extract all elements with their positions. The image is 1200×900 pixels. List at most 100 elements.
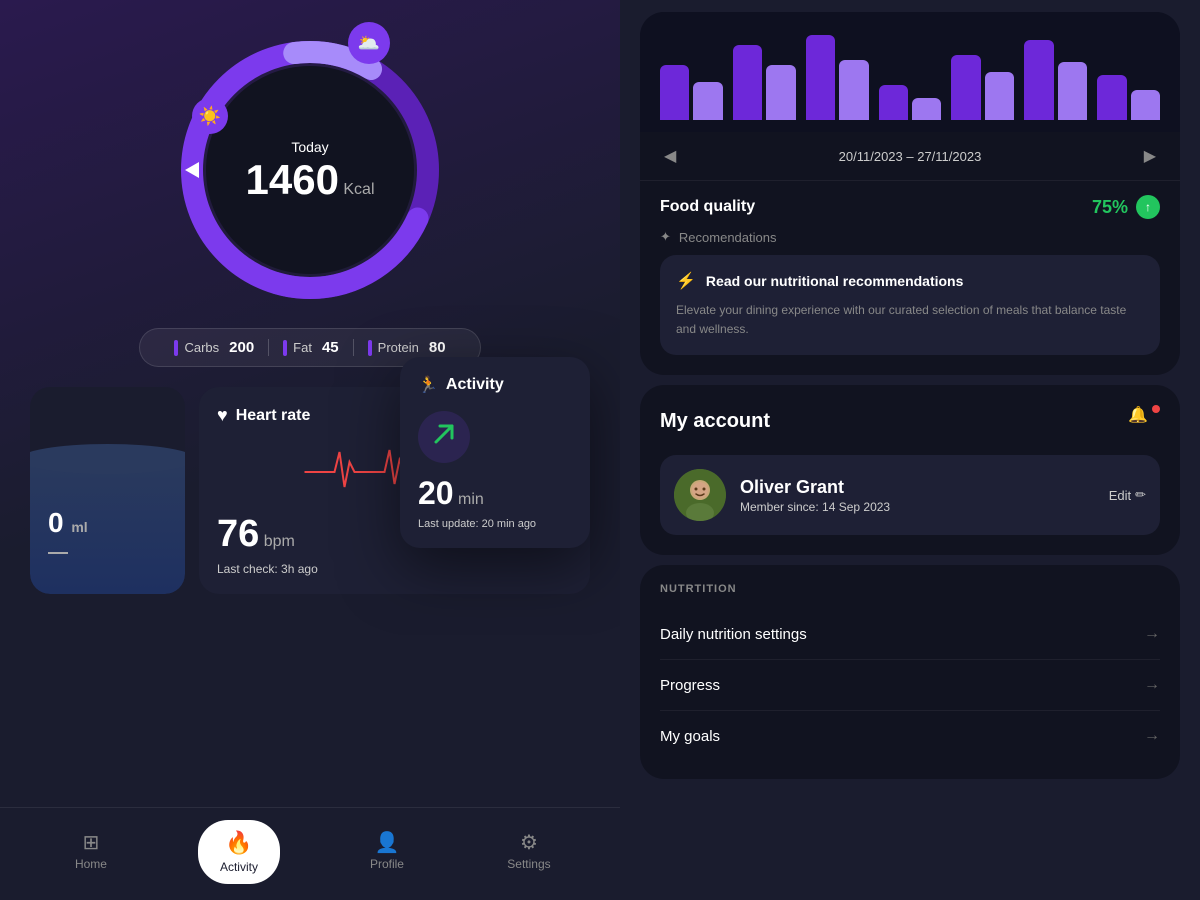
bar-7b [1131,90,1160,120]
avatar-svg [674,469,726,521]
user-name: Oliver Grant [740,477,1095,498]
nutrition-goals[interactable]: My goals → [660,711,1160,761]
bar-group-2 [733,45,796,120]
user-row: Oliver Grant Member since: 14 Sep 2023 E… [660,455,1160,535]
bar-group-4 [879,85,942,120]
cloud-icon: 🌥️ [348,22,390,64]
bpm-value: 76 [217,513,259,555]
water-card: 0 ml [30,387,185,594]
nav-settings[interactable]: ⚙ Settings [494,833,564,871]
bar-group-5 [951,55,1014,120]
food-quality-percentage: 75% ↑ [1092,195,1160,219]
activity-minutes: 20 [418,475,454,511]
food-quality-label: Food quality [660,198,755,216]
avatar [674,469,726,521]
ring-section: ☀️ 🌥️ Today 1460 Kcal [0,0,620,310]
bar-group-6 [1024,40,1087,120]
activity-title: 🏃 Activity [418,375,572,395]
date-range: 20/11/2023 – 27/11/2023 [839,149,982,164]
fat-value: 45 [322,339,339,356]
bar-5b [985,72,1014,120]
water-unit: ml [71,519,87,535]
activity-run-icon: 🏃 [418,375,438,395]
progress-label: Progress [660,677,720,694]
food-quality-row: Food quality 75% ↑ [640,181,1180,229]
edit-button[interactable]: Edit ✏ [1109,487,1146,503]
home-label: Home [75,857,107,871]
profile-icon: 👤 [375,833,400,853]
sun-icon: ☀️ [192,98,228,134]
bar-group-1 [660,65,723,120]
food-quality-card: ◀ 20/11/2023 – 27/11/2023 ▶ Food quality… [640,12,1180,375]
carbs-value: 200 [229,339,254,356]
date-prev-button[interactable]: ◀ [656,142,684,170]
last-update: Last update: 20 min ago [418,518,572,530]
bar-5a [951,55,980,120]
cards-section: 0 ml ♥ Heart rate 76 bpm Last check: 3h … [0,367,620,594]
rec-header-label: Recomendations [679,230,777,245]
bar-2a [733,45,762,120]
my-account-card: My account 🔔 [640,385,1180,555]
bpm-unit: bpm [264,533,295,550]
protein-dot [368,340,372,356]
nav-home[interactable]: ⊞ Home [56,833,126,871]
bar-chart [640,12,1180,132]
macro-fat: Fat 45 [269,339,353,356]
bar-4b [912,98,941,120]
bottom-nav: ⊞ Home 🔥 Activity 👤 Profile ⚙ Settings [0,807,620,900]
carbs-label: Carbs [184,340,219,355]
activity-icon-circle [418,411,470,463]
bar-3b [839,60,868,120]
calories-unit: Kcal [343,181,374,198]
nutrition-section-label: NUTRTITION [660,583,1160,595]
recommendations-section: ✦ Recomendations ⚡ Read our nutritional … [640,229,1180,355]
activity-duration: 20 min [418,475,572,512]
notification-dot [1152,405,1160,413]
activity-arrow-icon [430,420,458,455]
user-info: Oliver Grant Member since: 14 Sep 2023 [740,477,1095,514]
daily-settings-label: Daily nutrition settings [660,626,807,643]
nav-activity[interactable]: 🔥 Activity [198,820,280,884]
ring-day-label: Today [245,139,374,155]
arrow-indicator [185,162,199,178]
profile-label: Profile [370,857,404,871]
nutrition-progress[interactable]: Progress → [660,660,1160,711]
water-value: 0 ml [48,507,88,539]
rec-header: ✦ Recomendations [660,229,1160,245]
notification-bell[interactable]: 🔔 [1128,405,1160,437]
macro-carbs: Carbs 200 [160,339,269,356]
user-member-since: Member since: 14 Sep 2023 [740,500,1095,514]
daily-settings-arrow: → [1144,625,1160,643]
nutrition-daily-settings[interactable]: Daily nutrition settings → [660,609,1160,660]
bar-2b [766,65,795,120]
calorie-ring: ☀️ 🌥️ Today 1460 Kcal [170,30,450,310]
water-dash [48,552,68,554]
nutrition-section: NUTRTITION Daily nutrition settings → Pr… [640,565,1180,779]
protein-value: 80 [429,339,446,356]
progress-arrow: → [1144,676,1160,694]
bar-4a [879,85,908,120]
edit-icon: ✏ [1135,487,1146,503]
date-next-button[interactable]: ▶ [1136,142,1164,170]
bolt-icon: ⚡ [676,271,696,291]
activity-card: 🏃 Activity 20 min Last update: 20 min [400,357,590,548]
account-header: My account 🔔 [660,405,1160,437]
heart-icon: ♥ [217,405,228,426]
account-title: My account [660,410,770,433]
bar-6a [1024,40,1053,120]
bar-1a [660,65,689,120]
fire-icon: 🔥 [225,830,252,856]
nav-profile[interactable]: 👤 Profile [352,833,422,871]
activity-nav-label: Activity [220,860,258,874]
fat-dot [283,340,287,356]
carbs-dot [174,340,178,356]
goals-arrow: → [1144,727,1160,745]
ring-center: Today 1460 Kcal [245,139,374,201]
left-panel: ☀️ 🌥️ Today 1460 Kcal Carbs 200 Fat [0,0,620,900]
rec-card: ⚡ Read our nutritional recommendations E… [660,255,1160,355]
bar-7a [1097,75,1126,120]
pct-up-badge: ↑ [1136,195,1160,219]
date-nav: ◀ 20/11/2023 – 27/11/2023 ▶ [640,132,1180,181]
rec-card-desc: Elevate your dining experience with our … [676,301,1144,339]
bar-group-7 [1097,75,1160,120]
